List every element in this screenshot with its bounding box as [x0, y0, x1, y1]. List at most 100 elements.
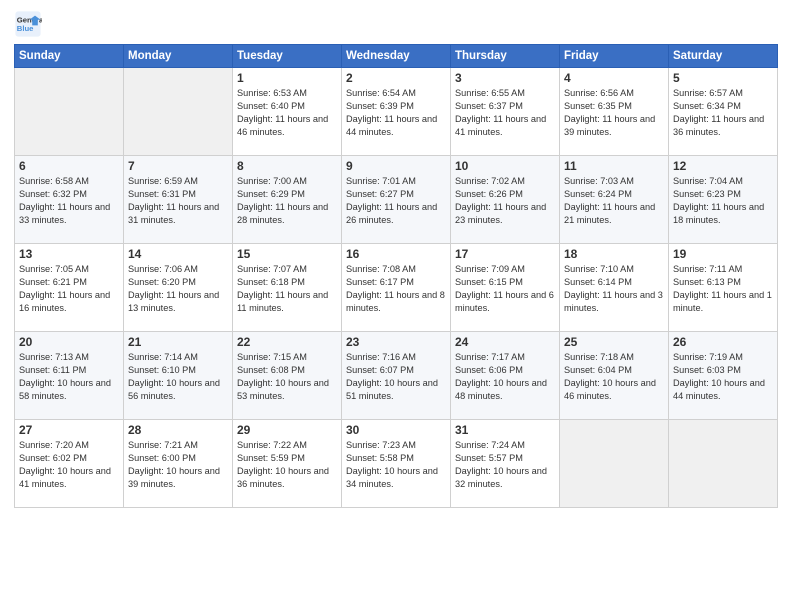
sunrise-label: Sunrise: 7:06 AM: [128, 264, 198, 274]
daylight-label: Daylight: 11 hours and 18 minutes.: [673, 202, 764, 225]
calendar-cell: 2 Sunrise: 6:54 AM Sunset: 6:39 PM Dayli…: [342, 68, 451, 156]
weekday-header: Wednesday: [342, 45, 451, 68]
daylight-label: Daylight: 10 hours and 58 minutes.: [19, 378, 111, 401]
daylight-label: Daylight: 10 hours and 56 minutes.: [128, 378, 220, 401]
day-number: 18: [564, 247, 664, 261]
sunset-label: Sunset: 6:21 PM: [19, 277, 87, 287]
svg-text:General: General: [17, 16, 42, 25]
sunset-label: Sunset: 6:15 PM: [455, 277, 523, 287]
sunrise-label: Sunrise: 7:15 AM: [237, 352, 307, 362]
day-number: 28: [128, 423, 228, 437]
day-number: 16: [346, 247, 446, 261]
cell-info: Sunrise: 7:24 AM Sunset: 5:57 PM Dayligh…: [455, 439, 555, 491]
cell-info: Sunrise: 7:16 AM Sunset: 6:07 PM Dayligh…: [346, 351, 446, 403]
daylight-label: Daylight: 10 hours and 44 minutes.: [673, 378, 765, 401]
sunset-label: Sunset: 6:04 PM: [564, 365, 632, 375]
svg-text:Blue: Blue: [17, 24, 34, 33]
calendar-cell: [560, 420, 669, 508]
cell-info: Sunrise: 7:15 AM Sunset: 6:08 PM Dayligh…: [237, 351, 337, 403]
day-number: 7: [128, 159, 228, 173]
day-number: 25: [564, 335, 664, 349]
daylight-label: Daylight: 10 hours and 34 minutes.: [346, 466, 438, 489]
daylight-label: Daylight: 11 hours and 8 minutes.: [346, 290, 445, 313]
sunset-label: Sunset: 6:31 PM: [128, 189, 196, 199]
calendar-week-row: 27 Sunrise: 7:20 AM Sunset: 6:02 PM Dayl…: [15, 420, 778, 508]
calendar-cell: 13 Sunrise: 7:05 AM Sunset: 6:21 PM Dayl…: [15, 244, 124, 332]
daylight-label: Daylight: 11 hours and 33 minutes.: [19, 202, 110, 225]
calendar-table: SundayMondayTuesdayWednesdayThursdayFrid…: [14, 44, 778, 508]
sunrise-label: Sunrise: 7:16 AM: [346, 352, 416, 362]
day-number: 10: [455, 159, 555, 173]
calendar-cell: 25 Sunrise: 7:18 AM Sunset: 6:04 PM Dayl…: [560, 332, 669, 420]
weekday-header: Tuesday: [233, 45, 342, 68]
daylight-label: Daylight: 11 hours and 41 minutes.: [455, 114, 546, 137]
day-number: 4: [564, 71, 664, 85]
cell-info: Sunrise: 7:09 AM Sunset: 6:15 PM Dayligh…: [455, 263, 555, 315]
day-number: 11: [564, 159, 664, 173]
daylight-label: Daylight: 11 hours and 39 minutes.: [564, 114, 655, 137]
sunrise-label: Sunrise: 7:21 AM: [128, 440, 198, 450]
cell-info: Sunrise: 6:56 AM Sunset: 6:35 PM Dayligh…: [564, 87, 664, 139]
sunset-label: Sunset: 6:23 PM: [673, 189, 741, 199]
sunset-label: Sunset: 5:58 PM: [346, 453, 414, 463]
calendar-cell: 12 Sunrise: 7:04 AM Sunset: 6:23 PM Dayl…: [669, 156, 778, 244]
calendar-cell: 18 Sunrise: 7:10 AM Sunset: 6:14 PM Dayl…: [560, 244, 669, 332]
weekday-header: Saturday: [669, 45, 778, 68]
sunrise-label: Sunrise: 7:07 AM: [237, 264, 307, 274]
daylight-label: Daylight: 11 hours and 1 minute.: [673, 290, 772, 313]
sunset-label: Sunset: 6:14 PM: [564, 277, 632, 287]
sunrise-label: Sunrise: 6:59 AM: [128, 176, 198, 186]
sunrise-label: Sunrise: 6:53 AM: [237, 88, 307, 98]
cell-info: Sunrise: 7:03 AM Sunset: 6:24 PM Dayligh…: [564, 175, 664, 227]
sunset-label: Sunset: 5:59 PM: [237, 453, 305, 463]
sunrise-label: Sunrise: 7:00 AM: [237, 176, 307, 186]
sunrise-label: Sunrise: 7:08 AM: [346, 264, 416, 274]
day-number: 31: [455, 423, 555, 437]
sunset-label: Sunset: 6:10 PM: [128, 365, 196, 375]
sunset-label: Sunset: 6:27 PM: [346, 189, 414, 199]
daylight-label: Daylight: 11 hours and 26 minutes.: [346, 202, 437, 225]
daylight-label: Daylight: 11 hours and 44 minutes.: [346, 114, 437, 137]
calendar-cell: 20 Sunrise: 7:13 AM Sunset: 6:11 PM Dayl…: [15, 332, 124, 420]
daylight-label: Daylight: 10 hours and 32 minutes.: [455, 466, 547, 489]
calendar-week-row: 20 Sunrise: 7:13 AM Sunset: 6:11 PM Dayl…: [15, 332, 778, 420]
sunrise-label: Sunrise: 6:55 AM: [455, 88, 525, 98]
day-number: 22: [237, 335, 337, 349]
calendar-cell: 26 Sunrise: 7:19 AM Sunset: 6:03 PM Dayl…: [669, 332, 778, 420]
day-number: 9: [346, 159, 446, 173]
page-container: General Blue SundayMondayTuesdayWednesda…: [0, 0, 792, 518]
daylight-label: Daylight: 10 hours and 51 minutes.: [346, 378, 438, 401]
sunrise-label: Sunrise: 7:02 AM: [455, 176, 525, 186]
sunset-label: Sunset: 6:08 PM: [237, 365, 305, 375]
sunrise-label: Sunrise: 7:10 AM: [564, 264, 634, 274]
cell-info: Sunrise: 7:17 AM Sunset: 6:06 PM Dayligh…: [455, 351, 555, 403]
day-number: 27: [19, 423, 119, 437]
daylight-label: Daylight: 10 hours and 48 minutes.: [455, 378, 547, 401]
logo-icon: General Blue: [14, 10, 42, 38]
weekday-header: Friday: [560, 45, 669, 68]
calendar-cell: 16 Sunrise: 7:08 AM Sunset: 6:17 PM Dayl…: [342, 244, 451, 332]
cell-info: Sunrise: 6:54 AM Sunset: 6:39 PM Dayligh…: [346, 87, 446, 139]
day-number: 12: [673, 159, 773, 173]
sunrise-label: Sunrise: 7:03 AM: [564, 176, 634, 186]
sunset-label: Sunset: 5:57 PM: [455, 453, 523, 463]
cell-info: Sunrise: 6:55 AM Sunset: 6:37 PM Dayligh…: [455, 87, 555, 139]
sunset-label: Sunset: 6:20 PM: [128, 277, 196, 287]
sunset-label: Sunset: 6:03 PM: [673, 365, 741, 375]
cell-info: Sunrise: 6:59 AM Sunset: 6:31 PM Dayligh…: [128, 175, 228, 227]
day-number: 6: [19, 159, 119, 173]
daylight-label: Daylight: 11 hours and 13 minutes.: [128, 290, 219, 313]
cell-info: Sunrise: 7:07 AM Sunset: 6:18 PM Dayligh…: [237, 263, 337, 315]
calendar-cell: 15 Sunrise: 7:07 AM Sunset: 6:18 PM Dayl…: [233, 244, 342, 332]
sunrise-label: Sunrise: 7:01 AM: [346, 176, 416, 186]
sunrise-label: Sunrise: 7:05 AM: [19, 264, 89, 274]
sunrise-label: Sunrise: 7:20 AM: [19, 440, 89, 450]
calendar-cell: 21 Sunrise: 7:14 AM Sunset: 6:10 PM Dayl…: [124, 332, 233, 420]
calendar-cell: 10 Sunrise: 7:02 AM Sunset: 6:26 PM Dayl…: [451, 156, 560, 244]
calendar-cell: 27 Sunrise: 7:20 AM Sunset: 6:02 PM Dayl…: [15, 420, 124, 508]
cell-info: Sunrise: 7:04 AM Sunset: 6:23 PM Dayligh…: [673, 175, 773, 227]
cell-info: Sunrise: 7:01 AM Sunset: 6:27 PM Dayligh…: [346, 175, 446, 227]
cell-info: Sunrise: 7:20 AM Sunset: 6:02 PM Dayligh…: [19, 439, 119, 491]
sunrise-label: Sunrise: 7:18 AM: [564, 352, 634, 362]
daylight-label: Daylight: 10 hours and 46 minutes.: [564, 378, 656, 401]
